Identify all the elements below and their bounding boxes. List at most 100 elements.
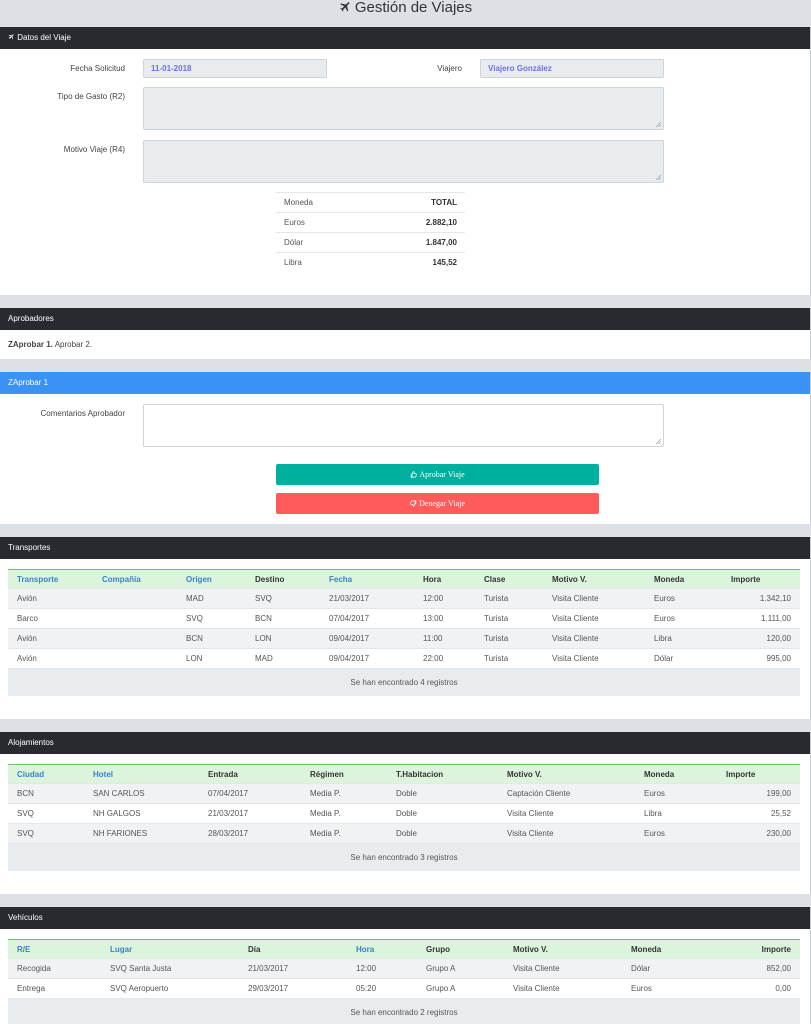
- table-cell: Visita Cliente: [543, 608, 645, 629]
- table-cell: Grupo A: [417, 958, 504, 979]
- table-cell: 199,00: [717, 783, 800, 804]
- table-cell: Euros: [635, 783, 717, 804]
- tipo-gasto-textarea[interactable]: [143, 87, 664, 130]
- transportes-col-fecha[interactable]: Fecha: [320, 570, 414, 589]
- table-cell: Dólar: [622, 958, 711, 979]
- alojamientos-table: Ciudad Hotel Entrada Régimen T.Habitacio…: [8, 764, 800, 871]
- table-cell: Media P.: [301, 803, 387, 824]
- table-row[interactable]: SVQ NH FARIONES 28/03/2017 Media P. Doble Vis…: [8, 823, 800, 844]
- totales-total: 2.882,10: [368, 212, 465, 233]
- records-count: Se han encontrado 4 registros: [8, 668, 800, 696]
- vehiculos-col-re[interactable]: R/E: [8, 940, 101, 959]
- transportes-header-row: Transporte Compañía Origen Destino Fecha…: [8, 569, 800, 589]
- table-cell: Doble: [387, 823, 498, 844]
- table-row[interactable]: SVQ NH GALGOS 21/03/2017 Media P. Doble Visit…: [8, 803, 800, 824]
- viajero-field[interactable]: Viajero González: [480, 59, 664, 78]
- vehiculos-col-moneda: Moneda: [631, 944, 662, 954]
- table-row[interactable]: Avión MAD SVQ 21/03/2017 12:00 Turista Visita …: [8, 588, 800, 609]
- vehiculos-col-dia: Día: [248, 944, 261, 954]
- aprobar-viaje-label: Aprobar Viaje: [419, 470, 465, 479]
- table-cell: Euros: [635, 823, 717, 844]
- fecha-solicitud-field[interactable]: 11-01-2018: [143, 59, 327, 78]
- motivo-viaje-textarea[interactable]: [143, 140, 664, 183]
- table-cell: 12:00: [414, 588, 475, 609]
- table-row[interactable]: Recogida SVQ Santa Justa 21/03/2017 12:00 Gr…: [8, 958, 800, 979]
- table-cell: BCN: [246, 608, 320, 629]
- aprobador-siguiente: Aprobar 2.: [52, 340, 93, 349]
- table-cell: BCN: [177, 628, 246, 649]
- table-cell: 21/03/2017: [320, 588, 414, 609]
- table-cell: 07/04/2017: [320, 608, 414, 629]
- vehiculos-col-hora[interactable]: Hora: [347, 940, 417, 959]
- table-cell: 25,52: [717, 803, 800, 824]
- table-row[interactable]: Avión LON MAD 09/04/2017 22:00 Turista Visita …: [8, 648, 800, 669]
- transportes-panel: Transportes Transporte Compañía Origen D…: [0, 537, 811, 719]
- aprobadores-header: Aprobadores: [0, 308, 810, 330]
- table-cell: NH GALGOS: [84, 803, 199, 824]
- resize-grip-icon: [655, 438, 661, 444]
- table-cell: MAD: [246, 648, 320, 669]
- aprobadores-list: ZAprobar 1. Aprobar 2.: [8, 340, 92, 349]
- table-cell: Libra: [645, 628, 722, 649]
- alojamientos-footer-row: Se han encontrado 3 registros: [8, 843, 800, 871]
- table-cell: LON: [246, 628, 320, 649]
- table-cell: Visita Cliente: [543, 588, 645, 609]
- total-column-header: TOTAL: [368, 192, 465, 213]
- transportes-col-hora: Hora: [423, 574, 442, 584]
- transportes-col-compania[interactable]: Compañía: [93, 570, 177, 589]
- denegar-viaje-button[interactable]: Denegar Viaje: [276, 493, 599, 514]
- table-cell: Turista: [475, 648, 543, 669]
- table-row[interactable]: BCN SAN CARLOS 07/04/2017 Media P. Doble Capt…: [8, 783, 800, 804]
- table-row[interactable]: Avión BCN LON 09/04/2017 11:00 Turista Visita …: [8, 628, 800, 649]
- table-cell: Euros: [645, 608, 722, 629]
- table-cell: Turista: [475, 628, 543, 649]
- table-cell: 120,00: [722, 628, 800, 649]
- transportes-col-origen[interactable]: Origen: [177, 570, 246, 589]
- table-row[interactable]: Entrega SVQ Aeropuerto 29/03/2017 05:20 Grup…: [8, 978, 800, 999]
- table-cell: 28/03/2017: [199, 823, 301, 844]
- aprobar-viaje-button[interactable]: Aprobar Viaje: [276, 464, 599, 485]
- vehiculos-col-importe: Importe: [761, 944, 791, 954]
- table-cell: Media P.: [301, 783, 387, 804]
- table-cell: Turista: [475, 608, 543, 629]
- alojamientos-col-ciudad[interactable]: Ciudad: [8, 765, 84, 784]
- resize-grip-icon: [655, 121, 661, 127]
- alojamientos-col-regimen: Régimen: [310, 769, 344, 779]
- page-title: Gestión de Viajes: [0, 0, 811, 16]
- table-cell: 12:00: [347, 958, 417, 979]
- table-cell: Avión: [8, 588, 93, 609]
- table-cell: Captación Cliente: [498, 783, 635, 804]
- table-cell: Doble: [387, 783, 498, 804]
- comentarios-textarea[interactable]: [143, 404, 664, 447]
- plane-icon: [339, 2, 350, 12]
- viajero-label: Viajero: [437, 64, 462, 73]
- table-cell: Visita Cliente: [498, 823, 635, 844]
- table-cell: 09/04/2017: [320, 648, 414, 669]
- alojamientos-col-moneda: Moneda: [644, 769, 675, 779]
- alojamientos-header-row: Ciudad Hotel Entrada Régimen T.Habitacio…: [8, 764, 800, 784]
- table-cell: Avión: [8, 628, 93, 649]
- vehiculos-header: Vehículos: [0, 907, 810, 929]
- datos-viaje-panel: Datos del Viaje Fecha Solicitud 11-01-20…: [0, 27, 811, 295]
- vehiculos-footer-row: Se han encontrado 2 registros: [8, 998, 800, 1024]
- table-cell: 230,00: [717, 823, 800, 844]
- totales-moneda: Libra: [276, 252, 369, 273]
- transportes-col-transporte[interactable]: Transporte: [8, 570, 93, 589]
- table-cell: 11:00: [414, 628, 475, 649]
- table-cell: SAN CARLOS: [84, 783, 199, 804]
- table-cell: 09/04/2017: [320, 628, 414, 649]
- table-cell: 05:20: [347, 978, 417, 999]
- transportes-col-importe: Importe: [731, 574, 761, 584]
- transportes-header: Transportes: [0, 537, 810, 559]
- alojamientos-header: Alojamientos: [0, 732, 810, 754]
- table-cell: Barco: [8, 608, 93, 629]
- zaprobar-header: ZAprobar 1: [0, 372, 810, 394]
- table-cell: Recogida: [8, 958, 101, 979]
- vehiculos-table: R/E Lugar Día Hora Grupo Motivo V. Moned…: [8, 939, 800, 1024]
- totales-moneda: Euros: [276, 212, 369, 233]
- table-row[interactable]: Barco SVQ BCN 07/04/2017 13:00 Turista Visita …: [8, 608, 800, 629]
- table-cell: 852,00: [711, 958, 800, 979]
- table-cell: Visita Cliente: [543, 648, 645, 669]
- vehiculos-col-lugar[interactable]: Lugar: [101, 940, 239, 959]
- alojamientos-col-hotel[interactable]: Hotel: [84, 765, 199, 784]
